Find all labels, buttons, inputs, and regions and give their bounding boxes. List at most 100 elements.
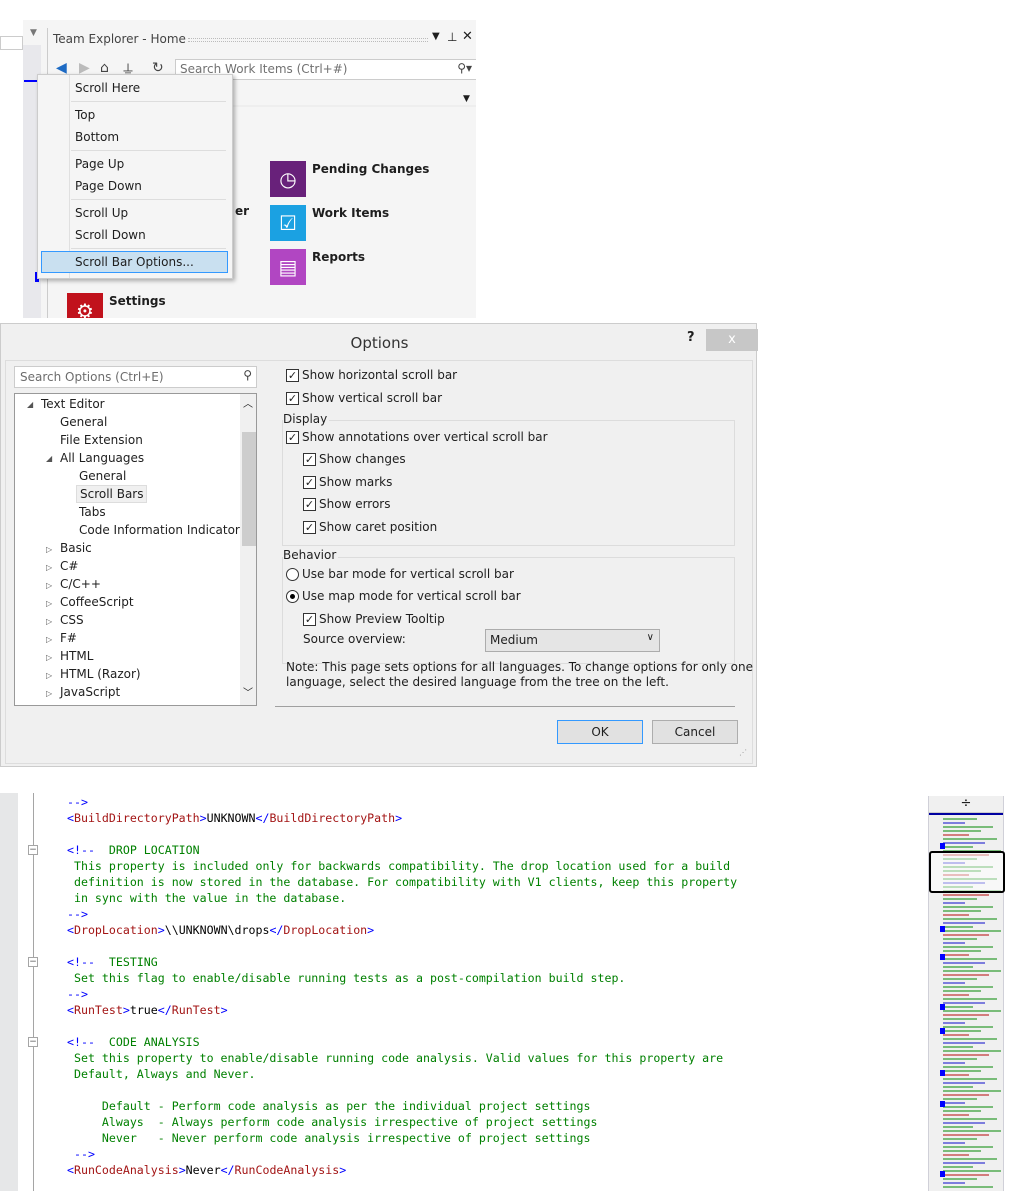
source-overview-label: Source overview:: [303, 632, 406, 646]
expanded-icon[interactable]: ◢: [27, 400, 33, 409]
editor-edge: [0, 20, 23, 318]
gear-icon[interactable]: ⚙: [67, 293, 103, 318]
search-options-input[interactable]: Search Options (Ctrl+E) ⚲: [14, 366, 257, 388]
close-button[interactable]: x: [706, 329, 758, 351]
collapse-icon[interactable]: −: [28, 1037, 38, 1047]
tree-item-scroll-bars[interactable]: Scroll Bars: [76, 485, 148, 503]
code-line: in sync with the value in the database.: [67, 890, 737, 906]
tree-item[interactable]: C#: [60, 559, 78, 573]
editor-combo[interactable]: [0, 36, 23, 50]
tree-item[interactable]: F#: [60, 631, 77, 645]
map-line: [943, 1070, 981, 1072]
tree-item[interactable]: HTML: [60, 649, 93, 663]
code-token: >: [220, 1003, 228, 1017]
menu-item-scroll-bar-options[interactable]: Scroll Bar Options...: [75, 255, 194, 269]
collapse-icon[interactable]: −: [28, 845, 38, 855]
scroll-up-icon[interactable]: ︿: [243, 395, 253, 410]
menu-item-bottom[interactable]: Bottom: [75, 130, 119, 144]
pin-icon[interactable]: ⊥: [447, 30, 457, 44]
scroll-thumb[interactable]: [242, 432, 256, 546]
bar-mode-radio[interactable]: [286, 568, 299, 581]
show-horizontal-checkbox[interactable]: ✓: [286, 369, 299, 382]
tree-item-general[interactable]: General: [79, 469, 126, 483]
clock-icon[interactable]: ◷: [270, 161, 306, 197]
scroll-down-icon[interactable]: ﹀: [243, 684, 253, 699]
tree-item-code-information-indicators[interactable]: Code Information Indicators: [79, 523, 246, 537]
chevron-down-icon: ∨: [646, 632, 654, 643]
collapse-icon[interactable]: −: [28, 957, 38, 967]
help-button[interactable]: ?: [687, 330, 695, 345]
expand-icon[interactable]: ▷: [46, 671, 52, 680]
map-mode-radio[interactable]: [286, 590, 299, 603]
tree-item-all-languages[interactable]: All Languages: [60, 451, 144, 465]
source-overview-select[interactable]: Medium ∨: [485, 629, 660, 652]
tree-item[interactable]: HTML (Razor): [60, 667, 141, 681]
show-changes-checkbox[interactable]: ✓: [303, 453, 316, 466]
expand-icon[interactable]: ▷: [46, 545, 52, 554]
preview-tooltip-checkbox[interactable]: ✓: [303, 613, 316, 626]
report-icon[interactable]: ▤: [270, 249, 306, 285]
dropdown-arrow-icon[interactable]: ▼: [30, 28, 37, 38]
settings-link[interactable]: Settings: [109, 294, 166, 308]
code-token: Default - Perform code analysis as per t…: [67, 1099, 591, 1113]
menu-item-scroll-up[interactable]: Scroll Up: [75, 206, 128, 220]
resize-grip-icon[interactable]: ⋰: [739, 748, 747, 757]
show-marks-checkbox[interactable]: ✓: [303, 476, 316, 489]
section-dropdown-icon[interactable]: ▼: [463, 94, 470, 104]
code-token: BuildDirectoryPath: [73, 811, 200, 825]
tree-item-general[interactable]: General: [60, 415, 107, 429]
map-line: [943, 918, 997, 920]
expanded-icon[interactable]: ◢: [46, 454, 52, 463]
map-line: [943, 1174, 989, 1176]
work-items-link[interactable]: Work Items: [312, 206, 389, 220]
show-caret-checkbox[interactable]: ✓: [303, 521, 316, 534]
map-mode-scrollbar[interactable]: ÷: [928, 796, 1005, 1191]
tree-item[interactable]: JavaScript: [60, 685, 120, 699]
code-line: <!-- CODE ANALYSIS: [67, 1034, 737, 1050]
code-token: RunCodeAnalysis: [73, 1163, 179, 1177]
tree-item-text-editor[interactable]: Text Editor: [41, 397, 105, 411]
expand-icon[interactable]: ▷: [46, 689, 52, 698]
map-line: [943, 1102, 965, 1104]
expand-icon[interactable]: ▷: [46, 599, 52, 608]
show-errors-checkbox[interactable]: ✓: [303, 498, 316, 511]
menu-item-top[interactable]: Top: [75, 108, 95, 122]
tree-item[interactable]: CSS: [60, 613, 84, 627]
show-annotations-checkbox[interactable]: ✓: [286, 431, 299, 444]
menu-item-page-up[interactable]: Page Up: [75, 157, 124, 171]
menu-item-page-down[interactable]: Page Down: [75, 179, 142, 193]
show-vertical-checkbox[interactable]: ✓: [286, 392, 299, 405]
cancel-button[interactable]: Cancel: [652, 720, 738, 744]
code-line: -->: [67, 794, 737, 810]
map-line: [943, 930, 1001, 932]
pending-changes-link[interactable]: Pending Changes: [312, 162, 429, 176]
tree-item[interactable]: CoffeeScript: [60, 595, 134, 609]
menu-item-scroll-here[interactable]: Scroll Here: [75, 81, 140, 95]
drag-grip[interactable]: [188, 38, 428, 42]
tree-item-tabs[interactable]: Tabs: [79, 505, 106, 519]
expand-icon[interactable]: ▷: [46, 635, 52, 644]
split-handle-icon[interactable]: ÷: [929, 796, 1003, 813]
reports-link[interactable]: Reports: [312, 250, 365, 264]
dropdown-icon[interactable]: ▼: [432, 31, 440, 42]
tree-item-file-extension[interactable]: File Extension: [60, 433, 143, 447]
close-icon[interactable]: ✕: [462, 29, 473, 44]
tree-item[interactable]: Basic: [60, 541, 92, 555]
code-token: -->: [67, 987, 88, 1001]
map-line: [943, 1130, 1001, 1132]
expand-icon[interactable]: ▷: [46, 563, 52, 572]
expand-icon[interactable]: ▷: [46, 581, 52, 590]
map-viewport[interactable]: [929, 851, 1005, 893]
code-editor[interactable]: − − − --> <BuildDirectoryPath>UNKNOWN</Bu…: [0, 793, 1019, 1191]
ok-button[interactable]: OK: [557, 720, 643, 744]
code-line: Default, Always and Never.: [67, 1066, 737, 1082]
checklist-icon[interactable]: ☑: [270, 205, 306, 241]
map-line: [943, 1046, 973, 1048]
menu-item-scroll-down[interactable]: Scroll Down: [75, 228, 146, 242]
map-line: [943, 834, 969, 836]
tree-scrollbar[interactable]: ︿ ﹀: [240, 394, 256, 705]
expand-icon[interactable]: ▷: [46, 617, 52, 626]
tree-item[interactable]: C/C++: [60, 577, 101, 591]
expand-icon[interactable]: ▷: [46, 653, 52, 662]
map-line: [943, 914, 969, 916]
